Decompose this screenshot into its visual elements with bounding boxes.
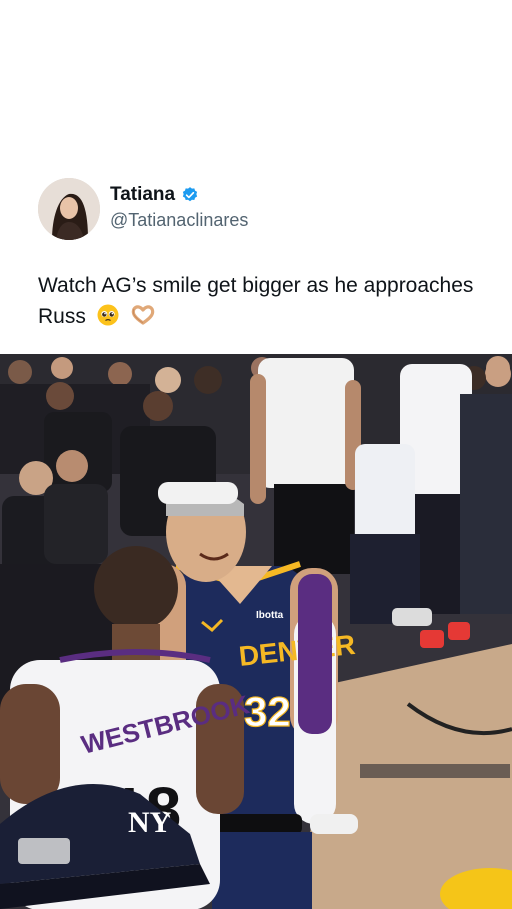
tweet-media-image[interactable]: DENVER 32 Ibotta WESTBROOK 18 NY (0, 354, 512, 909)
tweet-header: Tatiana @Tatianaclinares (38, 176, 478, 240)
heart-hands-emoji-icon (131, 305, 154, 325)
basketball-scene-image: DENVER 32 Ibotta WESTBROOK 18 NY (0, 354, 512, 909)
tweet-text: Watch AG’s smile get bigger as he approa… (38, 270, 478, 332)
jersey-front-number: 32 (244, 688, 291, 735)
jersey-patch: Ibotta (256, 610, 284, 621)
user-meta: Tatiana @Tatianaclinares (110, 184, 248, 231)
display-name[interactable]: Tatiana (110, 184, 175, 206)
avatar[interactable] (38, 178, 100, 240)
user-handle[interactable]: @Tatianaclinares (110, 210, 248, 231)
verified-badge-icon (182, 187, 198, 202)
name-row: Tatiana (110, 184, 248, 206)
avatar-image (38, 178, 100, 240)
pleading-face-emoji-icon (97, 304, 119, 326)
cap-logo: NY (128, 806, 172, 839)
